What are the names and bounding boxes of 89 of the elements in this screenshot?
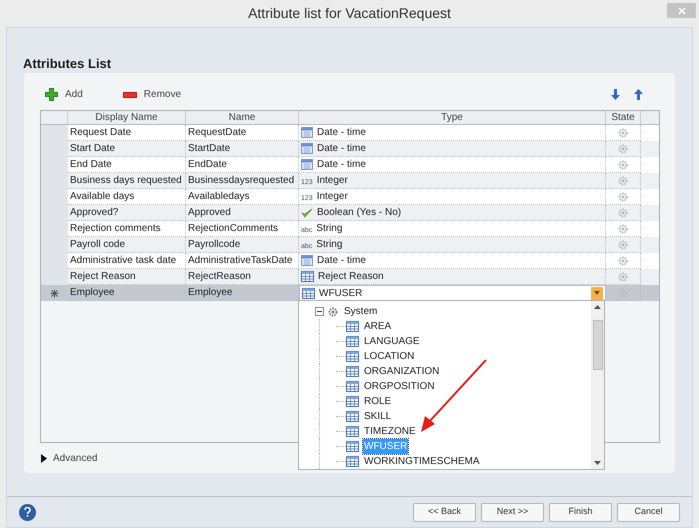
table-icon (346, 366, 359, 377)
state-gear-icon (617, 126, 629, 138)
tree-item[interactable]: System (344, 304, 378, 319)
state-gear-icon (617, 286, 629, 298)
calendar-icon (301, 255, 313, 266)
column-header[interactable]: Type (299, 111, 606, 124)
table-icon (346, 441, 359, 452)
dialog-button[interactable]: Next >> (481, 502, 544, 522)
plus-icon (45, 88, 58, 101)
table-row[interactable]: Start Date StartDate Date - time (41, 141, 659, 157)
table-row[interactable]: Reject Reason RejectReason Reject Reason (41, 269, 659, 285)
new-row-icon (50, 288, 59, 298)
gear-icon (327, 306, 339, 318)
table-icon (346, 381, 359, 392)
table-row[interactable]: End Date EndDate Date - time (41, 157, 659, 173)
tree-item[interactable]: SKILL (363, 409, 392, 424)
state-gear-icon (617, 158, 629, 170)
column-header[interactable]: Name (186, 111, 299, 124)
add-button[interactable]: Add (45, 87, 83, 102)
scrollbar[interactable] (591, 301, 604, 469)
calendar-icon (301, 143, 313, 154)
table-icon (346, 336, 359, 347)
dialog-button[interactable]: Finish (549, 502, 612, 522)
dialog-button[interactable]: Cancel (617, 502, 680, 522)
minus-icon (317, 309, 322, 314)
window-title: Attribute list for VacationRequest (248, 4, 451, 23)
move-up-button[interactable] (634, 89, 643, 100)
advanced-toggle[interactable]: Advanced (41, 450, 98, 466)
state-gear-icon (617, 142, 629, 154)
type-label: Date - time (317, 126, 366, 140)
tree-item[interactable]: ORGPOSITION (363, 379, 436, 394)
table-icon (346, 321, 359, 332)
tree-item[interactable]: AREA (363, 319, 392, 334)
table-row[interactable]: Approved? Approved Boolean (Yes - No) (41, 205, 659, 221)
type-label: Integer (316, 174, 348, 188)
state-gear-icon (617, 174, 629, 186)
column-header[interactable]: Display Name (68, 111, 186, 124)
expand-triangle-icon (41, 454, 47, 462)
scroll-down-icon (594, 461, 601, 465)
type-label: Integer (316, 190, 348, 204)
type-label: Date - time (317, 254, 366, 268)
scroll-thumb[interactable] (592, 320, 602, 370)
table-icon (346, 456, 359, 467)
checkmark-icon (301, 208, 313, 218)
close-icon (678, 6, 686, 14)
table-icon (346, 411, 359, 422)
table-row[interactable]: Request Date RequestDate Date - time (41, 125, 659, 141)
tree-item[interactable]: TIMEZONE (363, 424, 417, 439)
help-button[interactable] (19, 504, 36, 520)
caret-icon (594, 291, 600, 295)
type-label: String (316, 238, 342, 252)
tree-item[interactable]: WORKINGTIMESCHEMA (363, 454, 481, 469)
state-gear-icon (617, 190, 629, 202)
down-arrow-icon (611, 89, 620, 100)
collapse-toggle[interactable] (315, 307, 324, 316)
column-header[interactable]: State (606, 111, 641, 124)
up-arrow-icon (634, 89, 643, 100)
state-gear-icon (617, 254, 629, 266)
type-label: Boolean (Yes - No) (317, 206, 402, 220)
tree-item[interactable]: ORGANIZATION (363, 364, 440, 379)
move-down-button[interactable] (611, 89, 620, 100)
table-cell: Employee (68, 285, 186, 301)
type-label: String (316, 222, 342, 236)
tree-item[interactable]: ROLE (363, 394, 392, 409)
state-gear-icon (617, 238, 629, 250)
state-gear-icon (617, 222, 629, 234)
calendar-icon (301, 159, 313, 170)
question-icon (24, 507, 31, 517)
tree-item[interactable]: LANGUAGE (363, 334, 421, 349)
section-heading: Attributes List (23, 56, 112, 71)
table-icon (346, 426, 359, 437)
scroll-up-icon (594, 305, 601, 309)
table-row[interactable]: Administrative task date AdministrativeTaskDate Date - time (41, 253, 659, 269)
remove-button[interactable]: Remove (122, 87, 182, 102)
table-icon (346, 351, 359, 362)
table-row[interactable]: Employee Employee WFUSER (41, 285, 659, 301)
type-label: Date - time (317, 142, 366, 156)
dropdown-button[interactable] (591, 286, 603, 300)
minus-icon (122, 92, 137, 98)
calendar-icon (301, 127, 313, 138)
dialog-button[interactable]: << Back (413, 502, 476, 522)
state-gear-icon (617, 270, 629, 282)
tree-item[interactable]: LOCATION (363, 349, 416, 364)
type-label: WFUSER (319, 286, 362, 300)
state-gear-icon (617, 206, 629, 218)
table-icon (346, 396, 359, 407)
type-label: Reject Reason (318, 270, 384, 284)
table-icon (301, 271, 314, 282)
type-label: Date - time (317, 158, 366, 172)
